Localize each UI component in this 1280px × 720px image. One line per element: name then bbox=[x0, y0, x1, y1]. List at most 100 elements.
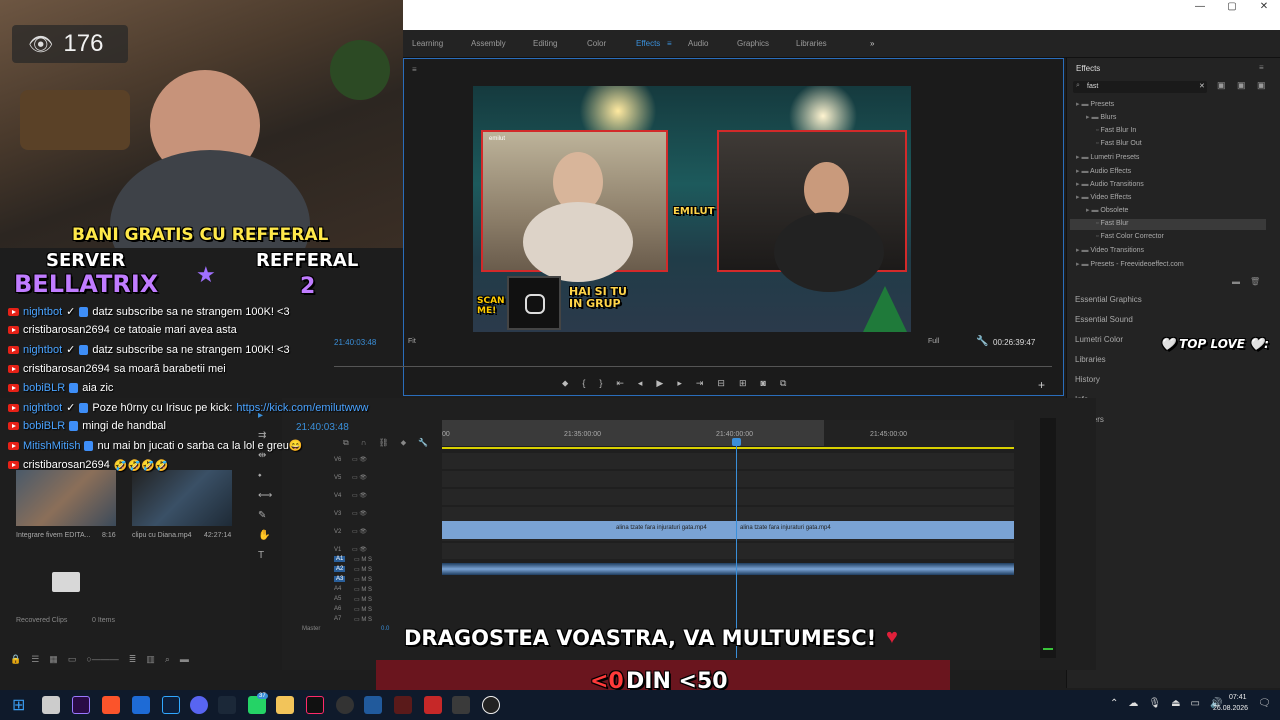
panel-libraries[interactable]: Libraries bbox=[1075, 355, 1106, 364]
effects-folder[interactable]: ▸ ▬ Audio Transitions bbox=[1076, 180, 1144, 188]
effects-folder[interactable]: ▸ ▬ Audio Effects bbox=[1076, 167, 1131, 175]
effects-menu-icon[interactable]: ≡ bbox=[1259, 63, 1264, 72]
automate-icon[interactable]: ▥ bbox=[146, 654, 155, 665]
effects-search-input[interactable]: ⌕ fast ✕ bbox=[1073, 81, 1207, 93]
icon-view-icon[interactable]: ▦ bbox=[49, 654, 58, 665]
cloud-icon[interactable]: ☁ bbox=[1128, 698, 1138, 709]
chatgpt-icon[interactable] bbox=[336, 696, 354, 714]
track-controls[interactable]: ▭ 👁 bbox=[352, 474, 367, 481]
master-value[interactable]: 0.0 bbox=[381, 626, 389, 632]
tab-libraries[interactable]: Libraries bbox=[796, 39, 827, 48]
video-clip[interactable]: alina tzate fara injuraturi gata.mp4 ali… bbox=[442, 521, 1014, 539]
mic-icon[interactable]: 🎙 bbox=[1148, 698, 1161, 709]
add-marker-icon[interactable]: ⬥ bbox=[401, 438, 407, 448]
quality-dropdown[interactable]: Full bbox=[928, 338, 939, 345]
track-label[interactable]: A7 bbox=[334, 616, 341, 622]
app-icon[interactable] bbox=[394, 696, 412, 714]
type-tool-icon[interactable]: T bbox=[258, 550, 272, 561]
camera-icon[interactable]: ◙ bbox=[761, 378, 766, 392]
media-player-icon[interactable] bbox=[482, 696, 500, 714]
chat-link[interactable]: https://kick.com/emilutwww bbox=[236, 402, 368, 414]
more-tabs-icon[interactable]: » bbox=[870, 39, 874, 48]
effects-item[interactable]: ▫ Fast Blur Out bbox=[1096, 140, 1142, 147]
panel-menu-icon[interactable]: ≡ bbox=[412, 65, 417, 74]
yuv-icon[interactable]: ▣ bbox=[1257, 80, 1266, 91]
track-controls[interactable]: ▭ M S bbox=[354, 616, 372, 623]
clip-name[interactable]: Integrare fivem EDITA... bbox=[16, 532, 91, 539]
video-track[interactable] bbox=[442, 453, 1014, 469]
track-label[interactable]: V2 bbox=[334, 529, 341, 535]
maximize-button[interactable]: ▢ bbox=[1217, 0, 1247, 14]
folder-icon[interactable] bbox=[52, 572, 80, 592]
zoom-slider[interactable]: ○——— bbox=[86, 654, 118, 665]
brave-icon[interactable] bbox=[102, 696, 120, 714]
usb-icon[interactable]: ⏏ bbox=[1171, 698, 1180, 709]
effects-folder[interactable]: ▸ ▬ Blurs bbox=[1086, 113, 1116, 121]
vscode-icon[interactable] bbox=[132, 696, 150, 714]
track-label[interactable]: A1 bbox=[334, 556, 346, 562]
wrench-icon[interactable]: 🔧 bbox=[976, 336, 988, 347]
effects-folder[interactable]: ▸ ▬ Presets - Freevideoeffect.com bbox=[1076, 260, 1184, 268]
slip-tool-icon[interactable]: ⟷ bbox=[258, 490, 272, 501]
track-label[interactable]: V1 bbox=[334, 547, 341, 553]
panel-essential-graphics[interactable]: Essential Graphics bbox=[1075, 295, 1142, 304]
play-icon[interactable]: ▶ bbox=[656, 378, 663, 392]
premiere-pro-icon[interactable] bbox=[72, 696, 90, 714]
app-icon[interactable] bbox=[424, 696, 442, 714]
track-label[interactable]: A4 bbox=[334, 586, 341, 592]
track-controls[interactable]: ▭ 👁 bbox=[352, 492, 367, 499]
playhead-handle[interactable] bbox=[732, 438, 741, 446]
windows-start-icon[interactable]: ⊞ bbox=[12, 695, 25, 715]
program-scrubber[interactable] bbox=[334, 366, 1052, 367]
track-controls[interactable]: ▭ M S bbox=[354, 586, 372, 593]
tiktok-icon[interactable] bbox=[306, 696, 324, 714]
effects-folder[interactable]: ▸ ▬ Obsolete bbox=[1086, 206, 1128, 214]
tab-assembly[interactable]: Assembly bbox=[471, 39, 506, 48]
timeline-timecode[interactable]: 21:40:03:48 bbox=[296, 422, 349, 433]
effects-item[interactable]: ▫ Fast Color Corrector bbox=[1096, 233, 1164, 240]
32bit-icon[interactable]: ▣ bbox=[1237, 80, 1246, 91]
hand-tool-icon[interactable]: ✋ bbox=[258, 530, 272, 541]
app-icon[interactable] bbox=[452, 696, 470, 714]
pen-tool-icon[interactable]: ✎ bbox=[258, 510, 272, 521]
find-icon[interactable]: ⌕ bbox=[165, 654, 170, 665]
minimize-button[interactable]: — bbox=[1185, 0, 1215, 14]
discord-icon[interactable] bbox=[190, 696, 208, 714]
effects-folder[interactable]: ▸ ▬ Video Effects bbox=[1076, 193, 1131, 201]
mark-in-icon[interactable]: { bbox=[582, 378, 585, 392]
video-track[interactable] bbox=[442, 489, 1014, 505]
track-controls[interactable]: ▭ M S bbox=[354, 596, 372, 603]
effects-folder[interactable]: ▸ ▬ Video Transitions bbox=[1076, 246, 1144, 254]
playhead[interactable] bbox=[736, 438, 737, 658]
clear-search-icon[interactable]: ✕ bbox=[1199, 82, 1205, 90]
step-back-icon[interactable]: ◂ bbox=[638, 378, 643, 392]
file-explorer-icon[interactable] bbox=[42, 696, 60, 714]
panel-essential-sound[interactable]: Essential Sound bbox=[1075, 315, 1133, 324]
close-button[interactable]: ✕ bbox=[1249, 0, 1279, 14]
tab-effects[interactable]: Effects bbox=[636, 39, 660, 48]
go-to-in-icon[interactable]: ⇤ bbox=[616, 378, 624, 392]
effects-item[interactable]: ▫ Fast Blur In bbox=[1096, 127, 1136, 134]
track-label[interactable]: A5 bbox=[334, 596, 341, 602]
track-label[interactable]: A2 bbox=[334, 566, 346, 572]
tab-menu-icon[interactable]: ≡ bbox=[667, 39, 672, 48]
track-controls[interactable]: ▭ 👁 bbox=[352, 528, 367, 535]
calculator-icon[interactable] bbox=[364, 696, 382, 714]
bin-name[interactable]: Recovered Clips bbox=[16, 617, 67, 624]
tab-graphics[interactable]: Graphics bbox=[737, 39, 769, 48]
clock-date[interactable]: 26.08.2026 bbox=[1213, 705, 1248, 712]
track-label[interactable]: V3 bbox=[334, 511, 341, 517]
tab-audio[interactable]: Audio bbox=[688, 39, 708, 48]
extract-icon[interactable]: ⊞ bbox=[739, 378, 747, 392]
razor-tool-icon[interactable]: ⬩ bbox=[258, 470, 272, 481]
network-icon[interactable]: ▭ bbox=[1191, 698, 1200, 709]
compare-icon[interactable]: ⧉ bbox=[780, 378, 786, 392]
linked-icon[interactable]: ⛓ bbox=[378, 438, 388, 448]
effects-folder[interactable]: ▸ ▬ Lumetri Presets bbox=[1076, 153, 1139, 161]
step-forward-icon[interactable]: ▸ bbox=[677, 378, 682, 392]
add-button[interactable]: + bbox=[1038, 378, 1045, 392]
notifications-icon[interactable]: 🗨 bbox=[1258, 698, 1271, 709]
track-controls[interactable]: ▭ 👁 bbox=[352, 546, 367, 553]
chevron-up-icon[interactable]: ⌃ bbox=[1110, 698, 1118, 709]
new-bin-icon[interactable]: ▬ bbox=[1232, 277, 1240, 286]
